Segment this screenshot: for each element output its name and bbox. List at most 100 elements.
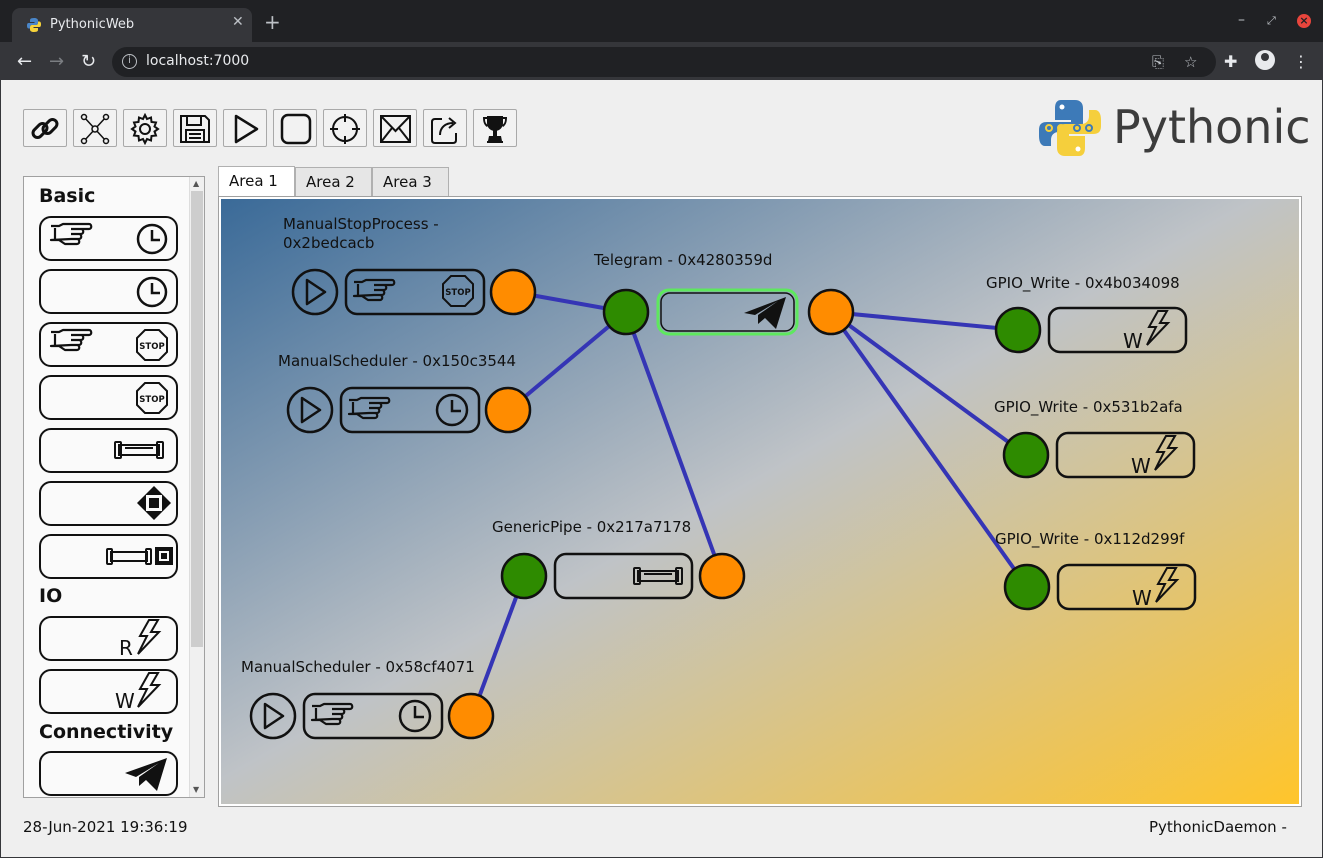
new-tab-icon[interactable]: +	[264, 12, 281, 32]
save-button[interactable]	[173, 109, 217, 147]
run-button-icon[interactable]	[286, 386, 334, 434]
run-button-icon[interactable]	[291, 268, 339, 316]
output-port[interactable]	[489, 268, 537, 316]
palette-telegram[interactable]	[39, 751, 178, 796]
status-daemon: PythonicDaemon -	[1149, 818, 1287, 836]
start-button[interactable]	[223, 109, 267, 147]
link-icon	[31, 118, 59, 139]
palette-manual-scheduler[interactable]	[39, 216, 178, 261]
output-port[interactable]	[484, 386, 532, 434]
chip-icon	[155, 547, 173, 565]
output-port[interactable]	[447, 692, 495, 740]
scroll-up-icon[interactable]: ▲	[193, 179, 199, 188]
hand-icon	[352, 278, 396, 302]
lightning-icon	[1155, 567, 1180, 603]
back-icon[interactable]: ←	[17, 51, 32, 72]
tab-close-icon[interactable]: ✕	[232, 14, 244, 30]
link-telegram-gpio1	[830, 310, 1019, 332]
palette-manual-stop[interactable]: STOP	[39, 322, 178, 367]
node-label: GPIO_Write - 0x112d299f	[995, 530, 1185, 548]
bookmark-star-icon[interactable]: ☆	[1184, 53, 1197, 71]
connect-button[interactable]	[23, 109, 67, 147]
stop-icon	[280, 113, 312, 145]
palette-scheduler[interactable]	[39, 269, 178, 314]
extensions-icon[interactable]: ✚	[1224, 52, 1237, 71]
tab-area-1[interactable]: Area 1	[218, 166, 295, 197]
network-icon	[80, 113, 110, 145]
write-letter: W	[115, 689, 135, 711]
node-label: ManualScheduler - 0x150c3544	[278, 352, 517, 370]
clock-icon	[435, 393, 469, 427]
node-label: GenericPipe - 0x217a7178	[492, 518, 692, 536]
hand-icon	[347, 396, 391, 420]
tab-area-2[interactable]: Area 2	[295, 167, 372, 196]
browser-toolbar: ← → ↻ i localhost:7000 ⎘ ☆ ✚ ⋮	[0, 42, 1323, 80]
workspace-canvas[interactable]: ManualStopProcess - 0x2bedcacb STOP Manu…	[221, 199, 1299, 804]
window-close-icon[interactable]: ×	[1297, 14, 1311, 28]
input-port[interactable]	[1002, 431, 1050, 479]
input-port[interactable]	[500, 552, 548, 600]
palette-gpio-read[interactable]: R	[39, 616, 178, 661]
palette-generic-pipe[interactable]	[39, 428, 178, 473]
url-text: localhost:7000	[146, 53, 250, 69]
pythonic-logo: Pythonic	[1037, 98, 1311, 158]
status-datetime: 28-Jun-2021 19:36:19	[23, 818, 188, 836]
node-label: ManualStopProcess - 0x2bedcacb	[283, 215, 439, 252]
browser-tab[interactable]: PythonicWeb ✕	[12, 8, 252, 42]
logo-text: Pythonic	[1113, 100, 1311, 154]
input-port[interactable]	[1003, 563, 1051, 611]
lightning-icon	[137, 672, 162, 708]
forward-icon[interactable]: →	[49, 51, 64, 72]
restore-icon[interactable]: ⤢	[1267, 14, 1276, 28]
output-port[interactable]	[698, 552, 746, 600]
minimize-icon[interactable]: –	[1238, 12, 1245, 28]
target-icon	[330, 114, 360, 144]
pipe-icon	[106, 548, 152, 565]
element-body	[553, 552, 694, 600]
profile-avatar[interactable]	[1255, 50, 1275, 70]
hand-icon	[310, 702, 354, 726]
topology-button[interactable]	[73, 109, 117, 147]
tab-area-3[interactable]: Area 3	[372, 167, 449, 196]
pythonic-app: Pythonic Basic STOP STOP IO R W Connecti…	[1, 80, 1322, 857]
messages-button[interactable]	[373, 109, 417, 147]
menu-kebab-icon[interactable]: ⋮	[1293, 52, 1309, 71]
export-button[interactable]	[423, 109, 467, 147]
debug-button[interactable]	[323, 109, 367, 147]
share-icon	[431, 117, 457, 144]
palette-gpio-write[interactable]: W	[39, 669, 178, 714]
hand-icon	[49, 328, 93, 352]
lightning-icon	[1154, 435, 1179, 471]
write-letter: W	[1123, 329, 1143, 353]
scrollbar-thumb[interactable]	[191, 191, 203, 647]
achievements-button[interactable]	[473, 109, 517, 147]
read-letter: R	[119, 636, 133, 658]
category-basic: Basic	[39, 185, 96, 207]
scroll-down-icon[interactable]: ▼	[193, 785, 199, 794]
save-icon	[180, 115, 210, 143]
input-port[interactable]	[994, 306, 1042, 354]
palette-generic-pipe-process[interactable]	[39, 534, 178, 579]
input-port[interactable]	[602, 288, 650, 336]
run-button-icon[interactable]	[249, 692, 297, 740]
node-label: ManualScheduler - 0x58cf4071	[241, 658, 475, 676]
lightning-icon	[137, 619, 162, 655]
palette-process[interactable]	[39, 481, 178, 526]
browser-window: PythonicWeb ✕ + – ⤢ × ← → ↻ i localhost:…	[0, 0, 1323, 858]
translate-icon[interactable]: ⎘	[1152, 53, 1164, 71]
cpu-icon	[137, 486, 171, 520]
palette-stop[interactable]: STOP	[39, 375, 178, 420]
site-info-icon[interactable]: i	[122, 54, 137, 69]
stop-sign-icon: STOP	[136, 382, 168, 414]
gear-icon	[130, 113, 160, 145]
node-label: GPIO_Write - 0x531b2afa	[994, 398, 1183, 416]
palette-scrollbar[interactable]: ▲ ▼	[189, 177, 204, 797]
stop-button[interactable]	[273, 109, 317, 147]
reload-icon[interactable]: ↻	[81, 51, 96, 72]
address-bar[interactable]: i localhost:7000 ⎘ ☆	[112, 47, 1216, 77]
output-port[interactable]	[807, 288, 855, 336]
settings-button[interactable]	[123, 109, 167, 147]
envelope-icon	[380, 115, 411, 143]
workspace-frame: ManualStopProcess - 0x2bedcacb STOP Manu…	[218, 196, 1302, 807]
play-icon	[234, 114, 259, 144]
